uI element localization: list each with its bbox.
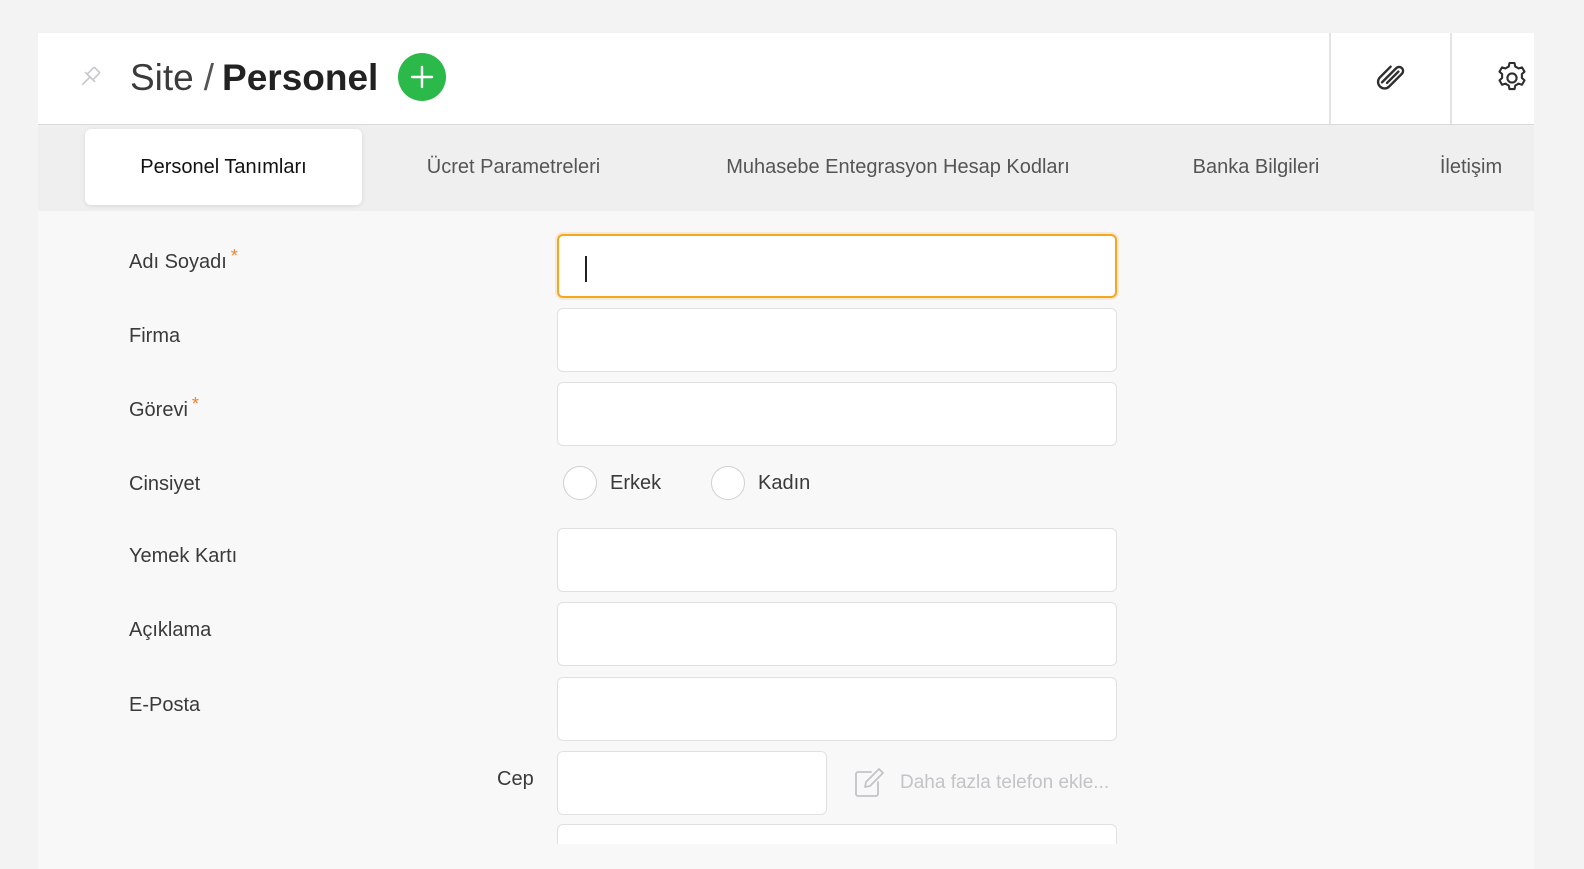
- attachment-button[interactable]: [1369, 55, 1415, 101]
- breadcrumb: Site / Personel: [130, 55, 378, 101]
- gender-option-female[interactable]: Kadın: [758, 472, 810, 495]
- tab-muhasebe-entegrasyon[interactable]: Muhasebe Entegrasyon Hesap Kodları: [708, 129, 1088, 205]
- add-more-phone-text: Daha fazla telefon ekle...: [900, 772, 1110, 793]
- gear-icon: [1498, 61, 1526, 91]
- email-label: E-Posta: [129, 694, 201, 716]
- edit-icon: [855, 768, 884, 797]
- meal-card-label: Yemek Kartı: [129, 545, 238, 567]
- next-field-partial[interactable]: [557, 824, 1117, 844]
- breadcrumb-separator: /: [203, 57, 215, 98]
- page-title: Personel: [222, 57, 379, 98]
- full-name-label: Adı Soyadı *: [129, 246, 238, 274]
- header-divider: [1450, 33, 1452, 124]
- tab-banka-bilgileri[interactable]: Banka Bilgileri: [1178, 129, 1334, 205]
- position-label-text: Görevi: [129, 399, 188, 421]
- tab-ucret-parametreleri[interactable]: Ücret Parametreleri: [410, 129, 617, 205]
- position-label: Görevi *: [129, 394, 199, 422]
- company-label: Firma: [129, 325, 181, 347]
- mobile-label: Cep: [497, 768, 534, 790]
- required-marker: *: [230, 246, 238, 266]
- company-input[interactable]: [557, 308, 1117, 372]
- gender-radio-male[interactable]: [563, 466, 597, 500]
- position-input[interactable]: [557, 382, 1117, 446]
- settings-button[interactable]: [1489, 55, 1535, 101]
- meal-card-input[interactable]: [557, 528, 1117, 592]
- paperclip-icon: [1376, 65, 1405, 90]
- breadcrumb-site[interactable]: Site: [130, 57, 194, 98]
- description-input[interactable]: [557, 602, 1117, 666]
- page-header: Site / Personel: [38, 33, 1534, 125]
- full-name-input[interactable]: [557, 234, 1117, 298]
- gender-radio-female[interactable]: [711, 466, 745, 500]
- header-divider: [1329, 33, 1331, 124]
- gender-label: Cinsiyet: [129, 473, 201, 495]
- tab-iletisim[interactable]: İletişim: [1423, 129, 1519, 205]
- email-input[interactable]: [557, 677, 1117, 741]
- add-button[interactable]: [398, 53, 446, 101]
- description-label: Açıklama: [129, 619, 212, 641]
- mobile-input[interactable]: [557, 751, 827, 815]
- tab-bar: Personel Tanımları Ücret Parametreleri M…: [38, 125, 1534, 211]
- required-marker: *: [191, 394, 199, 414]
- full-name-label-text: Adı Soyadı: [129, 251, 227, 273]
- plus-icon: [410, 65, 434, 89]
- text-caret: [585, 256, 587, 282]
- personnel-panel: Site / Personel Personel Tanımları Ücret…: [38, 33, 1534, 869]
- tab-personel-tanimlari[interactable]: Personel Tanımları: [85, 129, 362, 205]
- add-more-phone-link[interactable]: Daha fazla telefon ekle...: [852, 765, 1109, 801]
- gender-option-male[interactable]: Erkek: [610, 472, 661, 495]
- pin-icon[interactable]: [76, 63, 104, 91]
